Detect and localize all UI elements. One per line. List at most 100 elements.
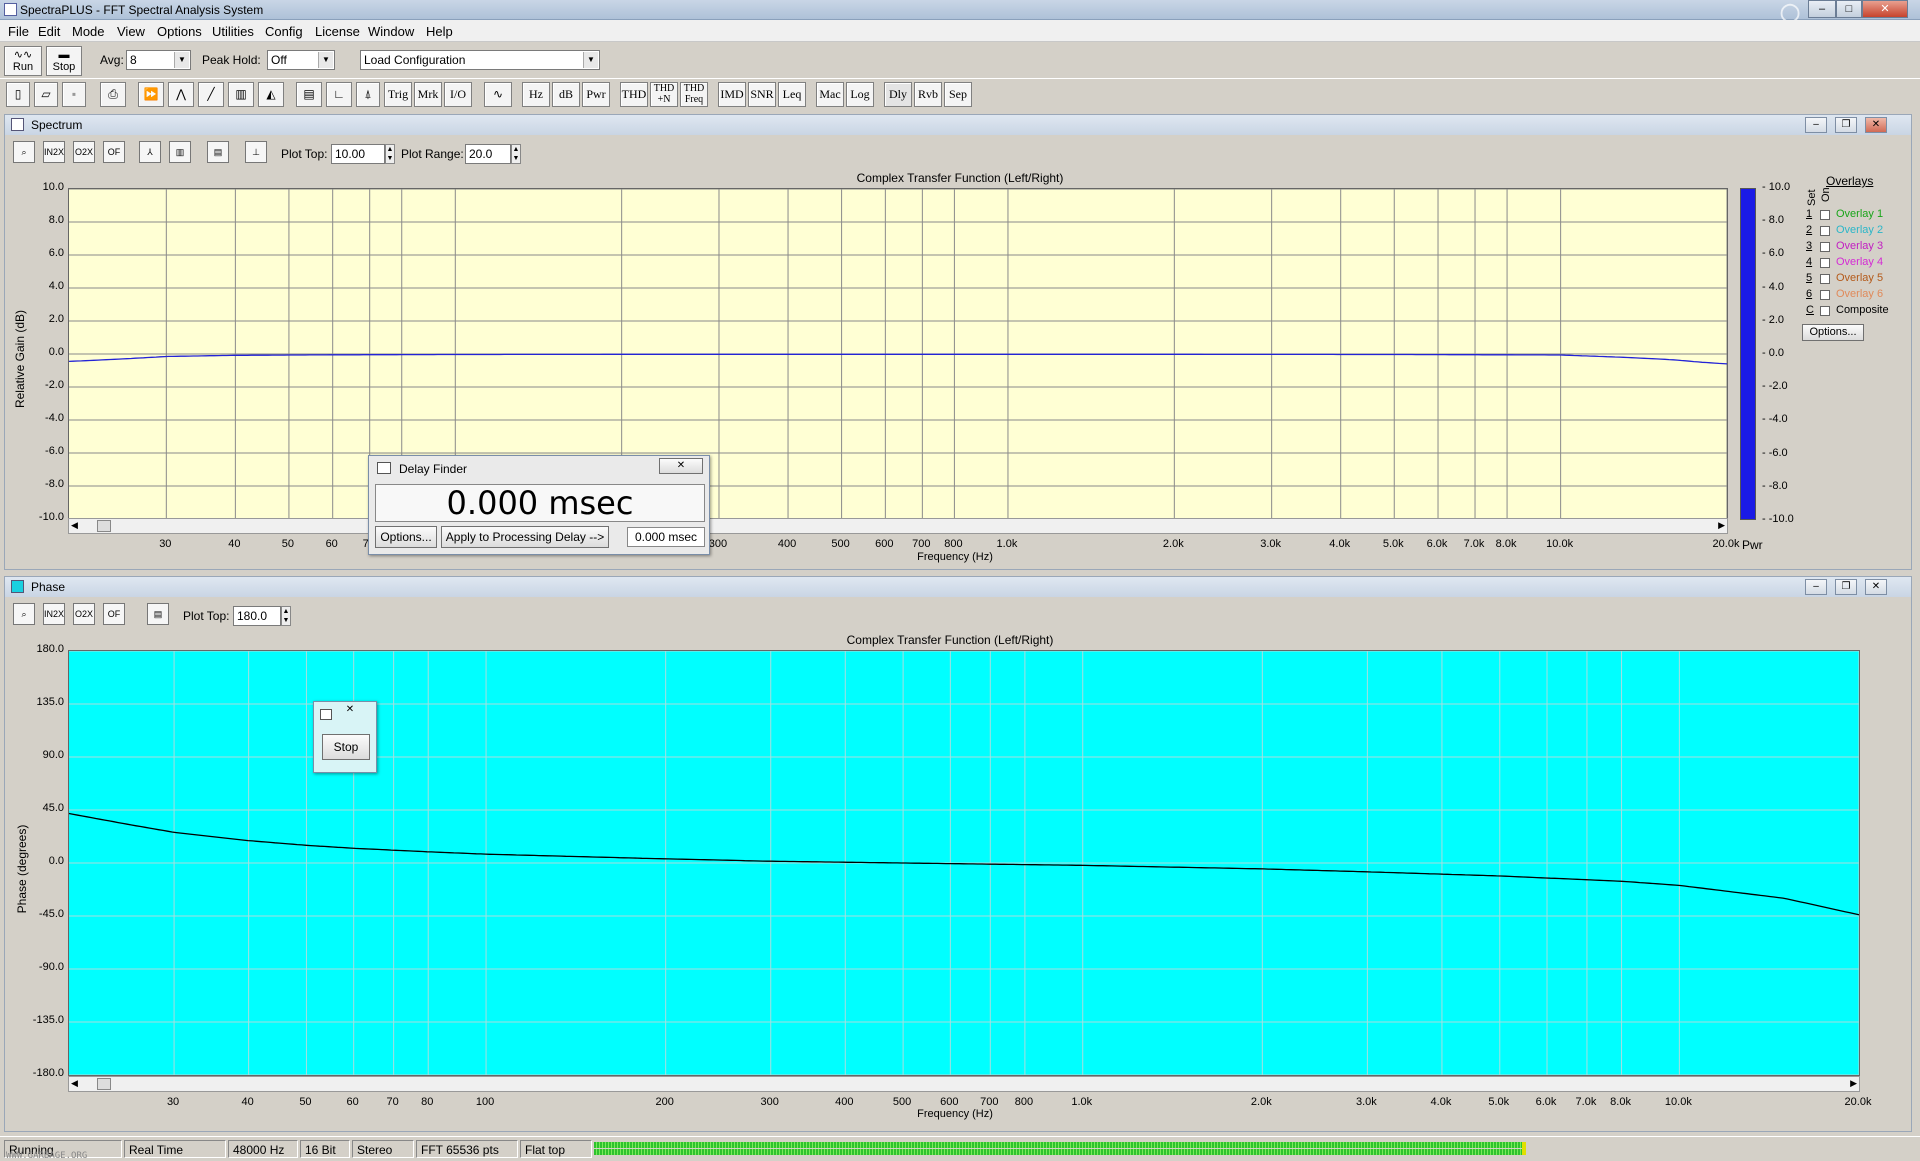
open-folder-icon[interactable]: ▱ xyxy=(34,82,58,107)
hz-button[interactable]: Hz xyxy=(522,82,550,107)
menu-utilities[interactable]: Utilities xyxy=(212,24,254,39)
scroll-thumb[interactable] xyxy=(97,520,111,532)
overlay-set-button[interactable]: 2 xyxy=(1806,224,1812,236)
leq-button[interactable]: Leq xyxy=(778,82,806,107)
db-button[interactable]: dB xyxy=(552,82,580,107)
delay-finder-close-icon[interactable]: ✕ xyxy=(659,458,703,474)
plot-range-input[interactable]: 20.0 xyxy=(465,144,511,164)
close-button[interactable]: ✕ xyxy=(1862,0,1908,18)
zoom-icon[interactable]: ⌕ xyxy=(13,603,35,625)
peak-hold-select[interactable]: Off ▼ xyxy=(267,50,335,70)
overlay-set-button[interactable]: 5 xyxy=(1806,272,1812,284)
rvb-button[interactable]: Rvb xyxy=(914,82,942,107)
thd-n-button[interactable]: THD +N xyxy=(650,82,678,107)
menu-options[interactable]: Options xyxy=(157,24,202,39)
dly-button[interactable]: Dly xyxy=(884,82,912,107)
menu-view[interactable]: View xyxy=(117,24,145,39)
apply-processing-delay-button[interactable]: Apply to Processing Delay --> xyxy=(441,526,609,548)
spectrum-close-button[interactable]: ✕ xyxy=(1865,117,1887,133)
overlay-on-checkbox[interactable] xyxy=(1820,210,1830,220)
overlay-on-checkbox[interactable] xyxy=(1820,242,1830,252)
fast-forward-icon[interactable]: ⏩ xyxy=(138,82,164,107)
io-button[interactable]: I/O xyxy=(444,82,472,107)
mrk-button[interactable]: Mrk xyxy=(414,82,442,107)
imd-button[interactable]: IMD xyxy=(718,82,746,107)
avg-select[interactable]: 8 ▼ xyxy=(126,50,191,70)
plot-range-spinner[interactable]: ▲ ▼ xyxy=(511,144,521,164)
log-button[interactable]: Log xyxy=(846,82,874,107)
stop-dialog-close-icon[interactable]: ✕ xyxy=(340,704,360,718)
phase-scrollbar[interactable]: ◀ ▶ xyxy=(68,1076,1860,1092)
zoom-in-2x-icon[interactable]: IN2X xyxy=(43,603,65,625)
scroll-right-arrow[interactable]: ▶ xyxy=(1850,1078,1857,1089)
phase-minimize-button[interactable]: – xyxy=(1805,579,1827,595)
time-view-icon[interactable]: ╱ xyxy=(198,82,224,107)
phase-plot-top-input[interactable]: 180.0 xyxy=(233,606,281,626)
mac-button[interactable]: Mac xyxy=(816,82,844,107)
signal-generator-icon[interactable]: ⍋ xyxy=(356,82,380,107)
overlay-on-checkbox[interactable] xyxy=(1820,290,1830,300)
zoom-icon[interactable]: ⌕ xyxy=(13,141,35,163)
menu-edit[interactable]: Edit xyxy=(38,24,60,39)
menu-mode[interactable]: Mode xyxy=(72,24,105,39)
overlay-on-checkbox[interactable] xyxy=(1820,226,1830,236)
spectrum-view-icon[interactable]: ⋀ xyxy=(168,82,194,107)
settings-panel-icon[interactable]: ▤ xyxy=(296,82,322,107)
trig-button[interactable]: Trig xyxy=(384,82,412,107)
new-file-icon[interactable]: ▯ xyxy=(6,82,30,107)
zoom-full-icon[interactable]: OF xyxy=(103,141,125,163)
menu-window[interactable]: Window xyxy=(368,24,414,39)
print-icon[interactable]: ⎙ xyxy=(100,82,126,107)
zoom-out-2x-icon[interactable]: O2X xyxy=(73,141,95,163)
overlays-options-button[interactable]: Options... xyxy=(1802,324,1864,341)
phase-close-button[interactable]: ✕ xyxy=(1865,579,1887,595)
run-button[interactable]: ∿∿ Run xyxy=(4,46,42,76)
overlay-set-button[interactable]: 1 xyxy=(1806,208,1812,220)
phase-restore-button[interactable]: ❐ xyxy=(1835,579,1857,595)
menu-config[interactable]: Config xyxy=(265,24,303,39)
menu-license[interactable]: License xyxy=(315,24,360,39)
spectrogram-icon[interactable]: ▥ xyxy=(228,82,254,107)
delay-value-field[interactable]: 0.000 msec xyxy=(627,527,705,547)
overlay-on-checkbox[interactable] xyxy=(1820,274,1830,284)
zoom-in-2x-icon[interactable]: IN2X xyxy=(43,141,65,163)
scroll-thumb[interactable] xyxy=(97,1078,111,1090)
maximize-button[interactable]: □ xyxy=(1836,0,1862,18)
spectrum-minimize-button[interactable]: – xyxy=(1805,117,1827,133)
sep-button[interactable]: Sep xyxy=(944,82,972,107)
spectrum-plot-top-input[interactable]: 10.00 xyxy=(331,144,385,164)
zoom-out-2x-icon[interactable]: O2X xyxy=(73,603,95,625)
scroll-right-arrow[interactable]: ▶ xyxy=(1718,520,1725,531)
minimize-button[interactable]: – xyxy=(1808,0,1836,18)
menu-help[interactable]: Help xyxy=(426,24,453,39)
thd-freq-button[interactable]: THD Freq xyxy=(680,82,708,107)
spectrum-scrollbar[interactable]: ◀ ▶ xyxy=(68,518,1728,534)
pwr-button[interactable]: Pwr xyxy=(582,82,610,107)
line-plot-icon[interactable]: ⅄ xyxy=(139,141,161,163)
zoom-full-icon[interactable]: OF xyxy=(103,603,125,625)
spectrum-plot-top-spinner[interactable]: ▲ ▼ xyxy=(385,144,395,164)
overlay-set-button[interactable]: 6 xyxy=(1806,288,1812,300)
scale-icon[interactable]: ⊥ xyxy=(245,141,267,163)
sine-icon[interactable]: ∿ xyxy=(484,82,512,107)
delay-options-button[interactable]: Options... xyxy=(375,526,437,548)
menu-file[interactable]: File xyxy=(8,24,29,39)
overlay-set-button[interactable]: 4 xyxy=(1806,256,1812,268)
load-configuration-select[interactable]: Load Configuration ▼ xyxy=(360,50,600,70)
overlay-set-button[interactable]: 3 xyxy=(1806,240,1812,252)
spectrum-restore-button[interactable]: ❐ xyxy=(1835,117,1857,133)
scroll-left-arrow[interactable]: ◀ xyxy=(71,1078,78,1089)
overlay-on-checkbox[interactable] xyxy=(1820,306,1830,316)
snr-button[interactable]: SNR xyxy=(748,82,776,107)
spectrum-plot-area[interactable] xyxy=(68,188,1728,520)
axis-icon[interactable]: ∟ xyxy=(326,82,352,107)
overlay-set-button[interactable]: C xyxy=(1806,304,1814,316)
properties-icon[interactable]: ▤ xyxy=(147,603,169,625)
thd-button[interactable]: THD xyxy=(620,82,648,107)
save-icon[interactable]: ▪ xyxy=(62,82,86,107)
stop-button[interactable]: ▬ Stop xyxy=(46,46,82,76)
scroll-left-arrow[interactable]: ◀ xyxy=(71,520,78,531)
bar-plot-icon[interactable]: ▥ xyxy=(169,141,191,163)
phase-plot-top-spinner[interactable]: ▲ ▼ xyxy=(281,606,291,626)
overlay-on-checkbox[interactable] xyxy=(1820,258,1830,268)
